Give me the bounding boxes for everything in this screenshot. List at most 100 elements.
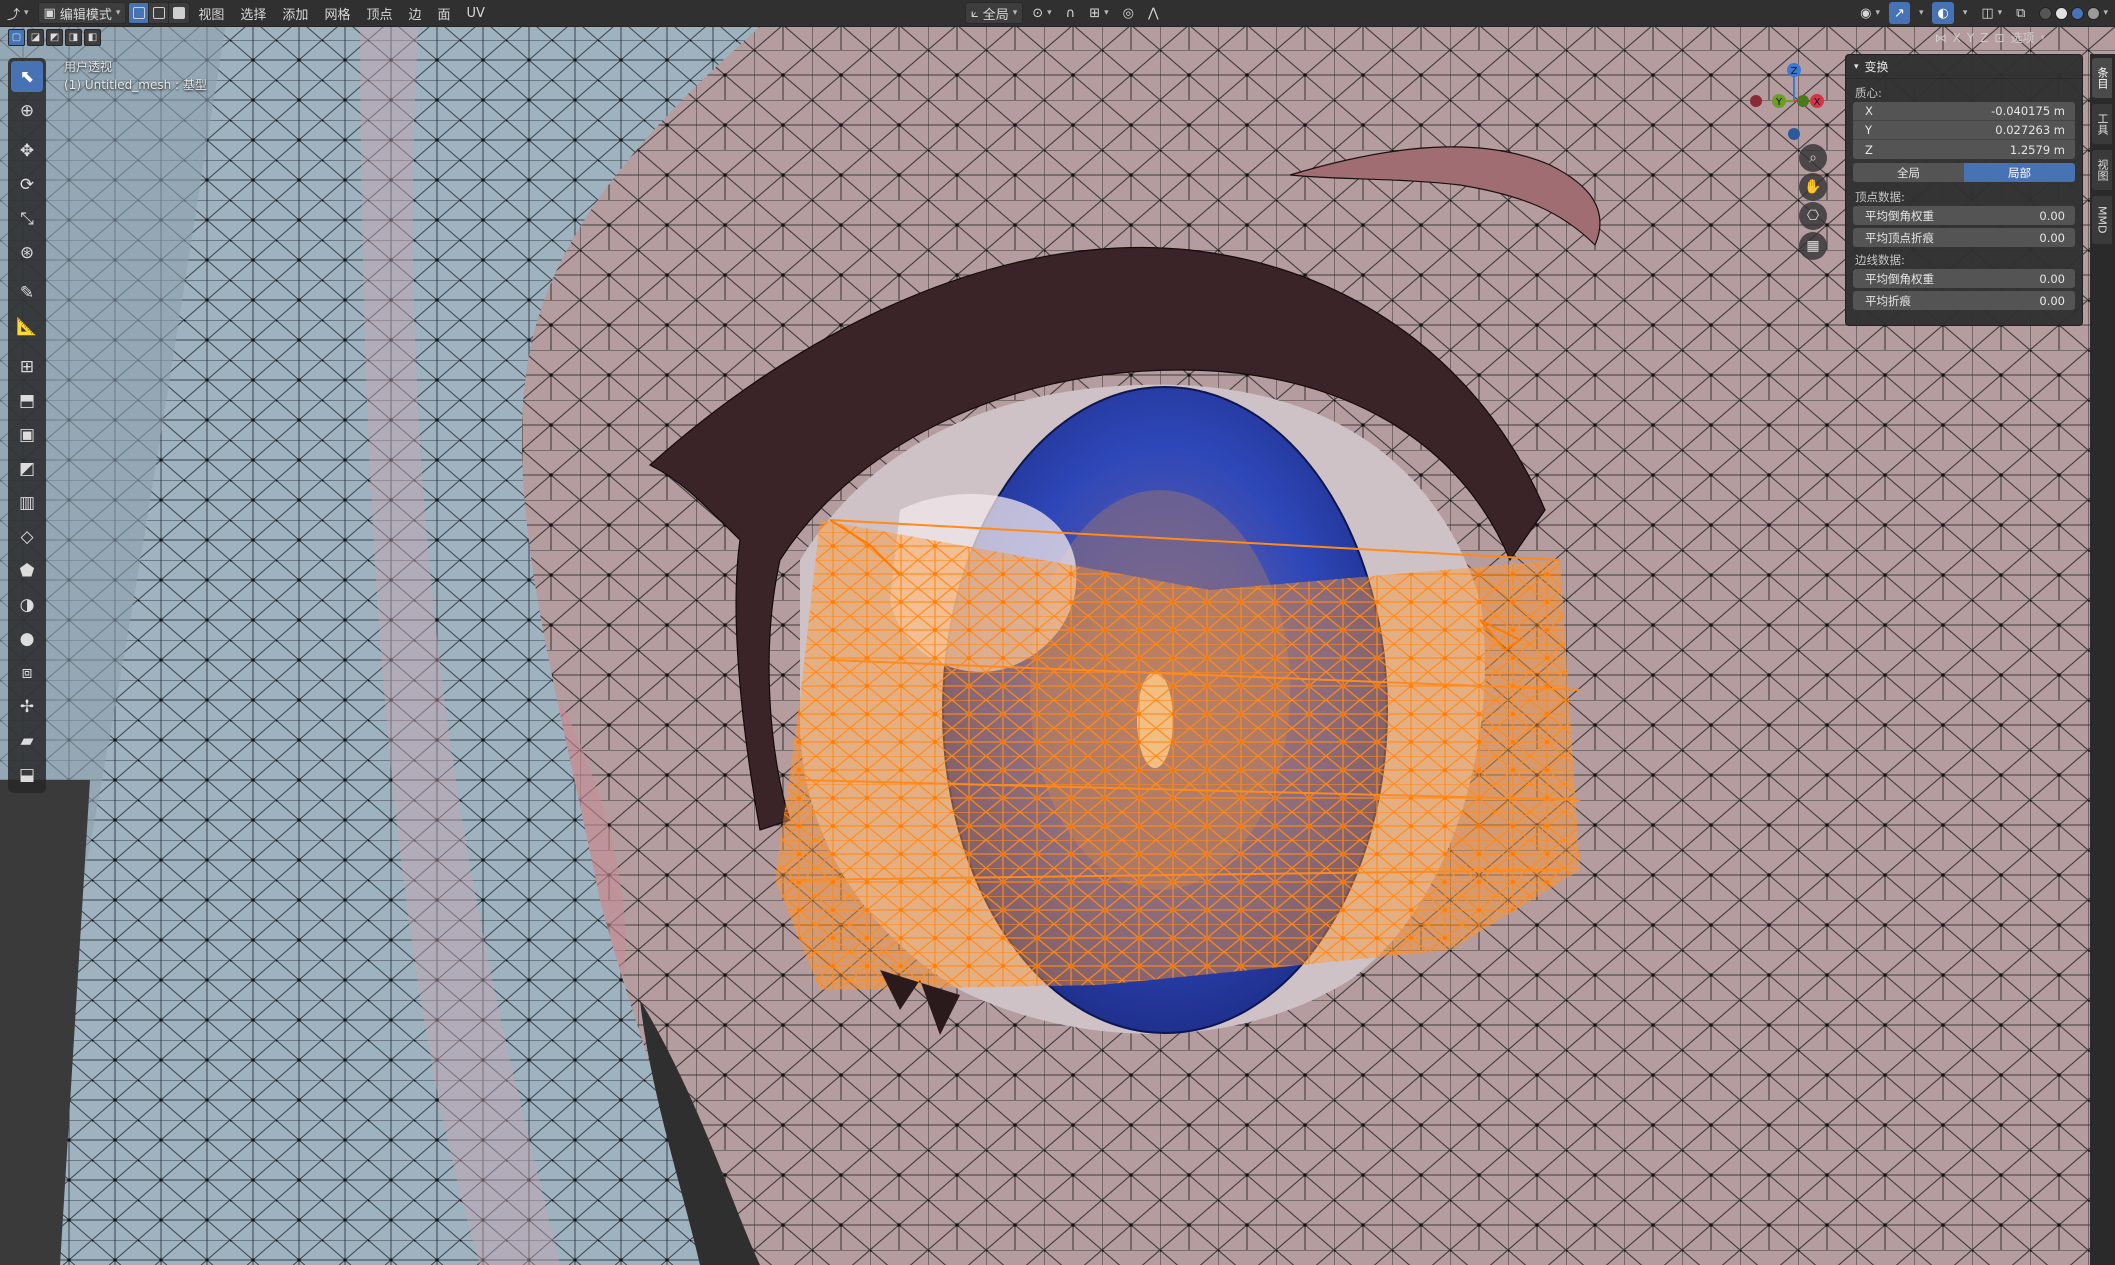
shrink-fatten-tool[interactable]: ✢ <box>11 691 43 722</box>
gizmo-toggle[interactable]: ↗ <box>1889 2 1910 24</box>
auto-merge-icon[interactable]: ⊡ <box>1994 31 2004 45</box>
edge-crease-label: 平均折痕 <box>1865 293 1911 308</box>
select-intersect-button[interactable]: ◧ <box>84 29 101 46</box>
overlays-toggle[interactable]: ◐ <box>1932 2 1954 24</box>
proportional-edit-toggle[interactable]: ◎ <box>1118 2 1139 24</box>
editor-type-button[interactable]: ⤴ ▾ <box>2 2 34 24</box>
measure-tool[interactable]: 📐 <box>11 311 43 342</box>
edge-bevel-weight-value: 0.00 <box>2039 271 2065 286</box>
material-shading-button[interactable] <box>2071 6 2085 20</box>
visibility-dropdown[interactable]: ◉ ▾ <box>1855 2 1885 24</box>
options-dropdown[interactable]: 选项 <box>2010 29 2034 46</box>
pivot-dropdown[interactable]: ⊙ ▾ <box>1027 2 1056 24</box>
pan-button[interactable]: ✋ <box>1799 173 1827 201</box>
tab-view[interactable]: 视图 <box>2092 150 2112 190</box>
tab-tool[interactable]: 工具 <box>2092 104 2112 144</box>
mesh-scene[interactable] <box>0 0 2115 1265</box>
chevron-down-icon: ▾ <box>1854 61 1859 72</box>
gizmo-neg-x-handle[interactable] <box>1750 95 1762 107</box>
move-tool[interactable]: ✥ <box>11 135 43 166</box>
falloff-dropdown[interactable]: ⋀ <box>1143 2 1164 24</box>
edge-bevel-weight-field[interactable]: 平均倒角权重 0.00 <box>1853 269 2075 288</box>
hand-icon: ✋ <box>1804 179 1822 195</box>
select-box-tool[interactable]: ⬉ <box>11 61 43 92</box>
menu-add[interactable]: 添加 <box>274 2 316 24</box>
menu-uv[interactable]: UV <box>459 2 493 24</box>
local-space-button[interactable]: 局部 <box>1964 163 2075 182</box>
median-y-axis: Y <box>1865 123 1873 137</box>
extrude-tool[interactable]: ⬒ <box>11 385 43 416</box>
transform-tool[interactable]: ⊛ <box>11 237 43 268</box>
poly-build-tool[interactable]: ⬟ <box>11 555 43 586</box>
vertex-select-button[interactable] <box>129 3 150 23</box>
menu-face[interactable]: 面 <box>429 2 458 24</box>
rotate-tool[interactable]: ⟳ <box>11 169 43 200</box>
bevel-tool[interactable]: ◩ <box>11 453 43 484</box>
inset-tool[interactable]: ▣ <box>11 419 43 450</box>
menu-select[interactable]: 选择 <box>232 2 274 24</box>
tool-shelf: ⬉ ⊕ ✥ ⟳ ⤡ ⊛ ✎ 📐 ⊞ ⬒ ▣ ◩ ▥ ◇ ⬟ ◑ ● ⧈ ✢ ▰ … <box>8 58 46 793</box>
median-x-field[interactable]: X -0.040175 m <box>1853 102 2075 121</box>
face-select-button[interactable] <box>169 3 190 23</box>
gizmo-neg-y-handle[interactable] <box>1797 95 1809 107</box>
scale-tool[interactable]: ⤡ <box>11 203 43 234</box>
vertex-icon <box>132 7 145 19</box>
menu-view[interactable]: 视图 <box>190 2 232 24</box>
cursor-tool[interactable]: ⊕ <box>11 95 43 126</box>
solid-shading-button[interactable] <box>2055 6 2069 20</box>
eye-icon: ◉ <box>1860 5 1872 21</box>
vertex-crease-field[interactable]: 平均顶点折痕 0.00 <box>1853 228 2075 247</box>
tab-item[interactable]: 条目 <box>2092 58 2112 98</box>
edge-slide-icon: ⧈ <box>21 662 33 683</box>
select-extend-button[interactable]: ◪ <box>27 29 44 46</box>
rip-region-tool[interactable]: ⬓ <box>11 759 43 790</box>
knife-tool[interactable]: ◇ <box>11 521 43 552</box>
vertex-bevel-weight-field[interactable]: 平均倒角权重 0.00 <box>1853 206 2075 225</box>
gizmo-neg-z-handle[interactable] <box>1788 128 1800 140</box>
vertex-bevel-weight-label: 平均倒角权重 <box>1865 208 1934 223</box>
perspective-toggle-button[interactable]: ▦ <box>1799 232 1827 260</box>
mode-dropdown[interactable]: ▣ 编辑模式 ▾ <box>37 2 127 24</box>
camera-view-button[interactable]: ⎔ <box>1799 202 1827 230</box>
xray-toggle[interactable]: ⧉ <box>2011 2 2030 24</box>
mirror-x-toggle[interactable]: X <box>1953 31 1961 45</box>
transform-orientation-dropdown[interactable]: ⟀ 全局 ▾ <box>964 2 1024 24</box>
loop-cut-tool[interactable]: ▥ <box>11 487 43 518</box>
mirror-z-toggle[interactable]: Z <box>1980 31 1988 45</box>
select-new-button[interactable]: ▢ <box>8 29 25 46</box>
pivot-icon: ⊙ <box>1032 5 1044 21</box>
transform-section-header[interactable]: ▾ 变换 <box>1846 55 2082 79</box>
annotate-tool[interactable]: ✎ <box>11 277 43 308</box>
tab-mmd[interactable]: MMD <box>2092 196 2112 244</box>
rendered-shading-button[interactable] <box>2087 6 2101 20</box>
navigation-gizmo[interactable]: Z X Y <box>1745 60 1835 150</box>
select-invert-button[interactable]: ◨ <box>65 29 82 46</box>
overlays-dropdown[interactable]: ▾ <box>1958 2 1973 24</box>
median-z-field[interactable]: Z 1.2579 m <box>1853 140 2075 159</box>
selected-faces[interactable] <box>775 519 1581 990</box>
gizmo-dropdown[interactable]: ▾ <box>1914 2 1929 24</box>
rotate-icon: ⟳ <box>19 174 35 195</box>
edge-select-button[interactable] <box>149 3 170 23</box>
spin-tool[interactable]: ◑ <box>11 589 43 620</box>
mesh-edit-overlays[interactable]: ◫ ▾ <box>1976 2 2007 24</box>
global-space-button[interactable]: 全局 <box>1853 163 1964 182</box>
wireframe-shading-button[interactable] <box>2039 6 2053 20</box>
3d-viewport[interactable] <box>0 0 2115 1265</box>
add-cube-tool[interactable]: ⊞ <box>11 351 43 382</box>
snap-toggle[interactable]: ∩ <box>1061 2 1081 24</box>
gizmo-z-label: Z <box>1791 66 1798 77</box>
median-y-field[interactable]: Y 0.027263 m <box>1853 121 2075 140</box>
edge-slide-tool[interactable]: ⧈ <box>11 657 43 688</box>
smooth-tool[interactable]: ● <box>11 623 43 654</box>
zoom-button[interactable]: ⌕ <box>1799 144 1827 172</box>
menu-edge[interactable]: 边 <box>400 2 429 24</box>
menu-mesh[interactable]: 网格 <box>316 2 358 24</box>
snap-target-dropdown[interactable]: ⊞ ▾ <box>1084 2 1113 24</box>
edge-crease-field[interactable]: 平均折痕 0.00 <box>1853 291 2075 310</box>
mirror-y-toggle[interactable]: Y <box>1967 31 1974 45</box>
select-subtract-button[interactable]: ◩ <box>46 29 63 46</box>
menu-vertex[interactable]: 顶点 <box>358 2 400 24</box>
spin-icon: ◑ <box>19 594 35 615</box>
shear-tool[interactable]: ▰ <box>11 725 43 756</box>
